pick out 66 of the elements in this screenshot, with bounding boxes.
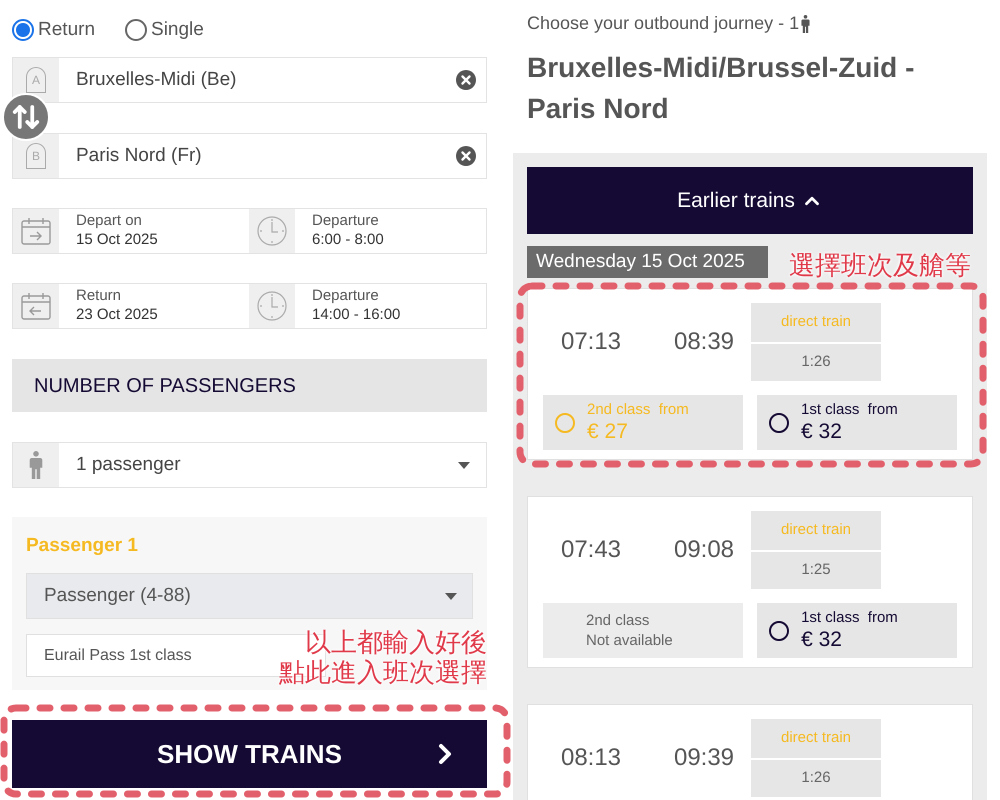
clear-icon[interactable]	[456, 146, 476, 166]
arrival-time: 09:08	[672, 535, 736, 565]
date-value: 15 Oct 2025	[76, 230, 159, 250]
time-value: 14:00 - 16:00	[312, 305, 402, 325]
arrival-time: 09:39	[672, 743, 736, 773]
swap-icon	[11, 102, 41, 132]
fare-option[interactable]: 1st class from € 32	[757, 395, 957, 450]
calendar-icon	[21, 216, 51, 246]
radio-button[interactable]	[769, 412, 789, 432]
person-icon	[801, 14, 810, 32]
field-label: Return	[76, 287, 122, 305]
station-field[interactable]: A Bruxelles-Midi (Be)	[12, 57, 487, 103]
route-type: direct train	[751, 719, 881, 758]
time-value: 6:00 - 8:00	[312, 230, 385, 250]
clock-icon	[257, 291, 287, 321]
section-heading: NUMBER OF PASSENGERS	[12, 359, 487, 412]
station-value: Paris Nord (Fr)	[75, 144, 203, 168]
passenger-count-select[interactable]: 1 passenger	[12, 442, 487, 488]
show-trains-button[interactable]: SHOW TRAINS	[12, 720, 487, 788]
trip-type-radio[interactable]: Return	[12, 16, 96, 44]
passenger-type-select[interactable]: Passenger (4-88)	[26, 573, 473, 619]
pin-marker: A	[26, 67, 46, 93]
route-type: direct train	[751, 303, 881, 342]
trip-duration: 1:26	[751, 760, 881, 797]
trip-type-radio[interactable]: Single	[125, 16, 204, 44]
field-label: Depart on	[76, 212, 143, 230]
fare-price: € 27	[587, 418, 629, 444]
caret-icon	[458, 462, 470, 468]
departure-time: 08:13	[560, 743, 622, 773]
journey-title: Bruxelles-Midi/Brussel-Zuid - Paris Nord	[526, 51, 916, 126]
fare-class: 1st class from	[801, 608, 898, 626]
field-label: Departure	[312, 212, 380, 230]
departure-time: 07:13	[560, 327, 622, 357]
arrival-time: 08:39	[672, 327, 736, 357]
fare-class: 1st class from	[801, 400, 898, 418]
journey-subtitle: Choose your outbound journey - 1	[527, 12, 800, 35]
pin-marker: B	[26, 143, 46, 169]
date-label: Wednesday 15 Oct 2025	[527, 246, 768, 278]
date-value: 23 Oct 2025	[76, 305, 159, 325]
person-icon	[29, 451, 43, 479]
train-card[interactable]: 08:13 09:39 direct train 1:26	[527, 704, 973, 800]
train-card[interactable]: 07:43 09:08 direct train 1:25 2nd class Not available 1st class from € 32	[527, 496, 973, 668]
fare-class: 2nd class from	[587, 400, 689, 418]
fare-option[interactable]: 1st class from € 32	[757, 603, 957, 658]
fare-price: € 32	[801, 626, 843, 652]
fare-price: € 32	[801, 418, 843, 444]
trip-duration: 1:25	[751, 552, 881, 589]
date-time-field[interactable]: Return 23 Oct 2025 Departure 14:00 - 16:00	[12, 283, 487, 329]
station-value: Bruxelles-Midi (Be)	[75, 68, 238, 92]
fare-class: 2nd class	[586, 610, 650, 630]
calendar-icon	[21, 291, 51, 321]
route-type: direct train	[751, 511, 881, 550]
fare-status: Not available	[586, 630, 674, 650]
train-card[interactable]: 07:13 08:39 direct train 1:26 2nd class from € 27 1st class from € 32	[527, 288, 973, 460]
clear-icon[interactable]	[456, 70, 476, 90]
radio-button[interactable]	[769, 620, 790, 640]
trip-duration: 1:26	[751, 344, 881, 381]
station-field[interactable]: B Paris Nord (Fr)	[12, 133, 487, 179]
earlier-trains-button[interactable]: Earlier trains	[527, 167, 973, 234]
date-time-field[interactable]: Depart on 15 Oct 2025 Departure 6:00 - 8:00	[12, 208, 487, 254]
caret-icon	[445, 592, 457, 600]
passenger-title: Passenger 1	[26, 534, 139, 558]
annotation-note: 選擇班次及艙等	[789, 250, 971, 280]
field-label: Departure	[312, 287, 380, 305]
departure-time: 07:43	[560, 535, 622, 565]
clock-icon	[257, 216, 287, 246]
